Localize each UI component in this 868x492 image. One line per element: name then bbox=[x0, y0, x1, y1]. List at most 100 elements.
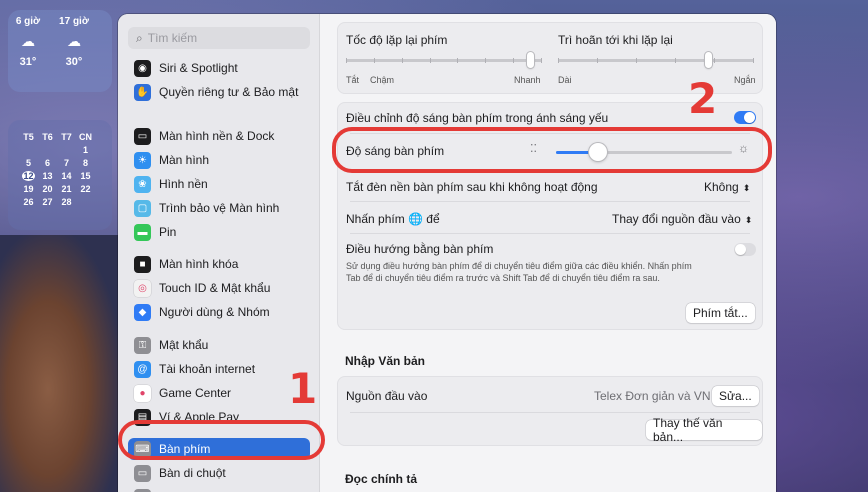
calendar-day: 14 bbox=[61, 170, 72, 181]
calendar-widget[interactable]: T5 T6 T7 CN 1 5 6 7 8 12 13 14 15 19 20 … bbox=[8, 120, 112, 230]
sidebar-item[interactable]: ● Game Center bbox=[128, 382, 310, 404]
repeat-delay-label: Trì hoãn tới khi lặp lại bbox=[558, 33, 673, 47]
backlight-off-select[interactable]: Không ⬍ bbox=[704, 180, 750, 194]
calendar-day-header: T7 bbox=[61, 131, 72, 142]
weather-column: 6 giờ ☁ 31° bbox=[8, 16, 48, 68]
search-icon: ⌕ bbox=[136, 30, 143, 45]
annotation-ring-brightness bbox=[332, 127, 772, 173]
chevron-updown-icon: ⬍ bbox=[744, 215, 753, 225]
weather-column: 17 giờ ☁ 30° bbox=[54, 16, 94, 68]
annotation-step-2: 2 bbox=[688, 74, 718, 123]
sidebar-item[interactable]: ▬ Pin bbox=[128, 221, 310, 243]
dictation-section-title: Đọc chính tả bbox=[345, 472, 418, 486]
keyboard-navigation-toggle[interactable] bbox=[734, 243, 756, 256]
repeat-delay-slider[interactable] bbox=[558, 52, 754, 68]
calendar-day: 7 bbox=[63, 157, 69, 168]
sidebar-item-label: Màn hình nền & Dock bbox=[159, 129, 275, 143]
slider-tick bbox=[714, 58, 715, 63]
weather-temp: 30° bbox=[65, 56, 83, 68]
weather-widget[interactable]: 6 giờ ☁ 31° 17 giờ ☁ 30° bbox=[8, 10, 112, 92]
keyboard-navigation-description: Sử dụng điều hướng bàn phím để di chuyển… bbox=[346, 261, 692, 271]
repeat-delay-knob[interactable] bbox=[705, 52, 712, 68]
calendar-header: T5 T6 T7 CN bbox=[22, 130, 112, 143]
key-icon: ⚿ bbox=[134, 336, 151, 354]
globe-key-label: Nhấn phím 🌐 để bbox=[346, 212, 440, 226]
sun-icon: ☀ bbox=[134, 151, 151, 169]
auto-brightness-label: Điều chỉnh độ sáng bàn phím trong ánh sá… bbox=[346, 111, 609, 125]
sidebar-item[interactable]: ■ Màn hình khóa bbox=[128, 253, 310, 275]
wallpaper-detail bbox=[0, 235, 120, 492]
divider bbox=[350, 412, 750, 413]
cloud-icon: ☁ bbox=[67, 33, 81, 49]
auto-brightness-toggle[interactable] bbox=[734, 111, 756, 124]
gamecenter-icon: ● bbox=[134, 384, 151, 402]
sidebar-item-label: Mật khẩu bbox=[159, 338, 209, 352]
toggle-knob bbox=[744, 112, 755, 123]
calendar-today: 12 bbox=[22, 170, 35, 181]
search-input[interactable]: ⌕ Tìm kiếm bbox=[128, 27, 310, 49]
slider-tick bbox=[374, 58, 375, 63]
slider-tick bbox=[346, 58, 347, 63]
slider-tick bbox=[430, 58, 431, 63]
sidebar-item[interactable]: ◉ Siri & Spotlight bbox=[128, 57, 310, 79]
cloud-icon: ☁ bbox=[21, 33, 35, 49]
calendar-day: 5 bbox=[25, 157, 31, 168]
sidebar-item-label: Màn hình khóa bbox=[159, 257, 239, 271]
sidebar-item[interactable]: ◆ Người dùng & Nhóm bbox=[128, 301, 310, 323]
calendar-day: 1 bbox=[82, 144, 88, 155]
slider-tick bbox=[636, 58, 637, 63]
sidebar-item[interactable]: ✋ Quyền riêng tư & Bảo mật bbox=[128, 81, 310, 103]
sidebar-item-label: Hình nền bbox=[159, 177, 208, 191]
calendar-day: 13 bbox=[42, 170, 53, 181]
sidebar-item-label: Tài khoản internet bbox=[159, 362, 256, 376]
repeat-rate-off-label: Tắt bbox=[346, 75, 360, 85]
text-replacements-button[interactable]: Thay thế văn bản... bbox=[646, 416, 762, 444]
backlight-off-label: Tắt đèn nền bàn phím sau khi không hoạt … bbox=[346, 180, 598, 194]
text-input-section-title: Nhập Văn bản bbox=[345, 354, 426, 368]
calendar-day: 22 bbox=[80, 183, 91, 194]
slider-tick bbox=[541, 58, 542, 63]
repeat-delay-long-label: Dài bbox=[558, 75, 572, 85]
calendar-day: 6 bbox=[44, 157, 50, 168]
sidebar-item-label: Game Center bbox=[159, 386, 232, 400]
repeat-rate-knob[interactable] bbox=[527, 52, 534, 68]
at-icon: @ bbox=[134, 360, 151, 378]
repeat-rate-fast-label: Nhanh bbox=[514, 75, 541, 85]
sidebar-item[interactable]: ☀ Màn hình bbox=[128, 149, 310, 171]
sidebar-item[interactable]: @ Tài khoản internet bbox=[128, 358, 310, 380]
sidebar-item[interactable]: ⚿ Mật khẩu bbox=[128, 334, 310, 356]
calendar-day-header: CN bbox=[79, 131, 92, 142]
hand-icon: ✋ bbox=[134, 83, 151, 101]
sidebar-item[interactable]: ◎ Touch ID & Mật khẩu bbox=[128, 277, 310, 299]
input-sources-value: Telex Đơn giản và VNI bbox=[594, 389, 714, 403]
sidebar-item[interactable]: ⎙Máy in & Máy quét bbox=[128, 486, 310, 492]
calendar-week: 19 20 21 22 bbox=[22, 182, 112, 195]
keyboard-navigation-label: Điều hướng bằng bàn phím bbox=[346, 242, 494, 256]
sidebar-item[interactable]: ▭ Bàn di chuột bbox=[128, 462, 310, 484]
calendar-day-header: T5 bbox=[23, 131, 34, 142]
globe-key-select[interactable]: Thay đổi nguồn đầu vào ⬍ bbox=[612, 212, 752, 226]
slider-tick bbox=[753, 58, 754, 63]
sidebar-item[interactable]: ❀ Hình nền bbox=[128, 173, 310, 195]
calendar-week: 12 13 14 15 bbox=[22, 169, 112, 182]
repeat-rate-slider[interactable] bbox=[346, 52, 542, 68]
sidebar-item-label: Touch ID & Mật khẩu bbox=[159, 281, 271, 295]
slider-tick bbox=[597, 58, 598, 63]
globe-key-value: Thay đổi nguồn đầu vào bbox=[612, 212, 741, 226]
sidebar-item[interactable]: ▭ Màn hình nền & Dock bbox=[128, 125, 310, 147]
weather-temp: 31° bbox=[19, 56, 37, 68]
toggle-knob bbox=[735, 244, 746, 255]
edit-input-sources-button[interactable]: Sửa... bbox=[712, 386, 759, 406]
sidebar-item-label: Bàn di chuột bbox=[159, 466, 226, 480]
keyboard-shortcuts-button[interactable]: Phím tắt... bbox=[686, 303, 755, 323]
input-sources-label: Nguồn đầu vào bbox=[346, 389, 428, 403]
sidebar-item[interactable]: ▢ Trình bảo vệ Màn hình bbox=[128, 197, 310, 219]
sidebar-item-label: Người dùng & Nhóm bbox=[159, 305, 270, 319]
flower-icon: ❀ bbox=[134, 175, 151, 193]
calendar-week: 5 6 7 8 bbox=[22, 156, 112, 169]
calendar-day: 19 bbox=[23, 183, 34, 194]
calendar-day: 20 bbox=[42, 183, 53, 194]
search-placeholder: Tìm kiếm bbox=[147, 31, 198, 45]
calendar-day: 27 bbox=[42, 196, 53, 207]
trackpad-icon: ▭ bbox=[134, 464, 151, 482]
